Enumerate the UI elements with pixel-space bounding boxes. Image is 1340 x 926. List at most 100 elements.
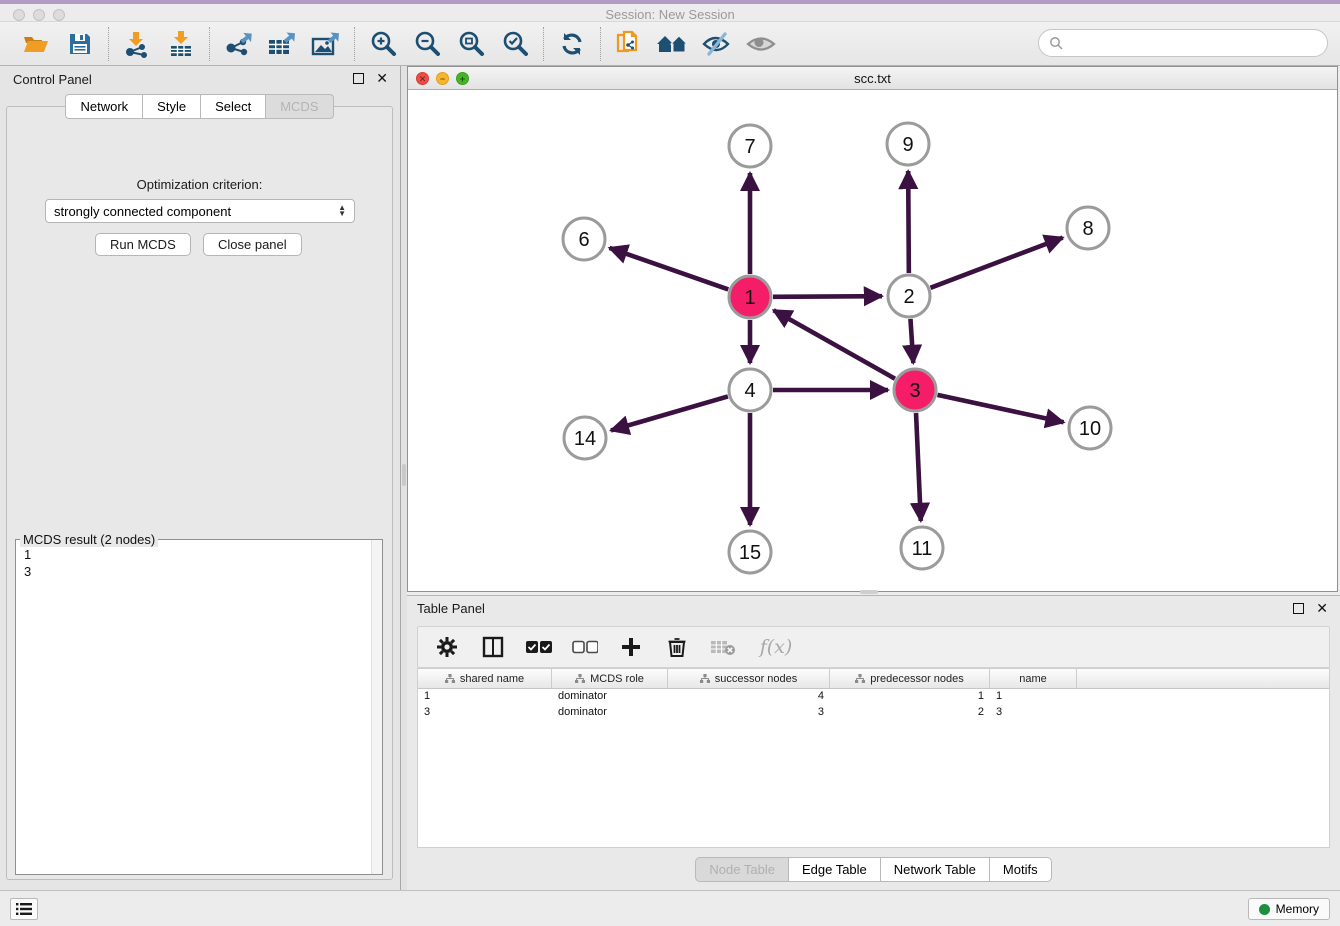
node-3[interactable]: 3 [894, 369, 936, 411]
column-header-shared-name[interactable]: shared name [418, 669, 552, 688]
gear-icon [436, 636, 458, 658]
node-6[interactable]: 6 [563, 218, 605, 260]
edge-3-1[interactable] [774, 310, 895, 378]
column-label: shared name [460, 673, 524, 685]
edge-3-11[interactable] [916, 413, 921, 521]
table-settings-button[interactable] [434, 634, 460, 660]
cell-MCDS-role[interactable]: dominator [552, 705, 668, 721]
node-label-2: 2 [903, 286, 914, 308]
show-column-panel-button[interactable] [480, 634, 506, 660]
zoom-fit-button[interactable] [453, 27, 489, 61]
horizontal-splitter-grip[interactable] [860, 590, 878, 594]
refresh-button[interactable] [554, 27, 590, 61]
tab-network[interactable]: Network [65, 94, 143, 119]
cell-predecessor-nodes[interactable]: 1 [830, 689, 990, 705]
result-scrollbar[interactable] [371, 540, 382, 874]
import-table-button[interactable] [163, 27, 199, 61]
mcds-result-title: MCDS result (2 nodes) [20, 532, 158, 547]
tab-motifs[interactable]: Motifs [990, 857, 1052, 882]
zoom-out-button[interactable] [409, 27, 445, 61]
cell-MCDS-role[interactable]: dominator [552, 689, 668, 705]
tab-mcds[interactable]: MCDS [266, 94, 333, 119]
column-header-MCDS-role[interactable]: MCDS role [552, 669, 668, 688]
home-icon [656, 32, 690, 56]
table-row[interactable]: 1dominator411 [418, 689, 1329, 705]
node-14[interactable]: 14 [564, 417, 606, 459]
delete-table-button[interactable] [710, 634, 736, 660]
network-graph[interactable]: 7 9 6 8 1 2 4 3 14 10 15 11 [408, 90, 1337, 591]
node-2[interactable]: 2 [888, 275, 930, 317]
save-session-button[interactable] [62, 27, 98, 61]
float-panel-icon[interactable] [353, 73, 364, 84]
edge-2-9[interactable] [908, 171, 909, 273]
node-4[interactable]: 4 [729, 369, 771, 411]
node-8[interactable]: 8 [1067, 207, 1109, 249]
tab-edge-table[interactable]: Edge Table [789, 857, 881, 882]
edge-1-6[interactable] [609, 248, 728, 290]
add-column-button[interactable] [618, 634, 644, 660]
cell-successor-nodes[interactable]: 4 [668, 689, 830, 705]
tab-style[interactable]: Style [143, 94, 201, 119]
close-panel-button[interactable]: Close panel [203, 233, 302, 256]
tab-network-table[interactable]: Network Table [881, 857, 990, 882]
export-table-button[interactable] [264, 27, 300, 61]
table-float-panel-icon[interactable] [1293, 603, 1304, 614]
edge-3-10[interactable] [937, 395, 1063, 422]
export-image-button[interactable] [308, 27, 344, 61]
close-panel-icon[interactable]: ✕ [376, 70, 388, 86]
search-input[interactable] [1063, 36, 1317, 51]
column-header-predecessor-nodes[interactable]: predecessor nodes [830, 669, 990, 688]
export-network-button[interactable] [220, 27, 256, 61]
search-box[interactable] [1038, 29, 1328, 57]
node-11[interactable]: 11 [901, 527, 943, 569]
edge-4-14[interactable] [611, 396, 728, 430]
criterion-select[interactable]: strongly connected component ▲▼ [45, 199, 355, 223]
run-mcds-button[interactable]: Run MCDS [95, 233, 191, 256]
tab-select[interactable]: Select [201, 94, 266, 119]
node-7[interactable]: 7 [729, 125, 771, 167]
show-all-networks-button[interactable] [655, 27, 691, 61]
delete-table-icon [710, 638, 736, 656]
node-10[interactable]: 10 [1069, 407, 1111, 449]
function-builder-button[interactable]: f(x) [756, 634, 796, 660]
cell-predecessor-nodes[interactable]: 2 [830, 705, 990, 721]
deselect-all-button[interactable] [572, 634, 598, 660]
columns-icon [482, 636, 504, 658]
hide-selected-button[interactable] [699, 27, 735, 61]
node-15[interactable]: 15 [729, 531, 771, 573]
node-1[interactable]: 1 [729, 276, 771, 318]
table-body: 1dominator4113dominator323 [418, 689, 1329, 721]
clone-network-button[interactable] [611, 27, 647, 61]
network-window-titlebar[interactable]: ✕ − + scc.txt [408, 67, 1337, 90]
node-9[interactable]: 9 [887, 123, 929, 165]
cell-name[interactable]: 1 [990, 689, 1077, 705]
zoom-in-button[interactable] [365, 27, 401, 61]
splitter-grip[interactable] [402, 464, 406, 486]
zoom-out-icon [413, 30, 441, 58]
cell-name[interactable]: 3 [990, 705, 1077, 721]
table-row[interactable]: 3dominator323 [418, 705, 1329, 721]
select-all-button[interactable] [526, 634, 552, 660]
tab-node-table[interactable]: Node Table [695, 857, 789, 882]
open-file-button[interactable] [18, 27, 54, 61]
edge-1-2[interactable] [773, 296, 882, 297]
table-close-panel-icon[interactable]: ✕ [1316, 600, 1328, 616]
trash-icon [667, 636, 687, 658]
show-selected-button[interactable] [743, 27, 779, 61]
node-table[interactable]: shared name MCDS rolesuccessor nodesprede… [417, 668, 1330, 848]
eye-slash-icon [701, 32, 733, 56]
hierarchy-icon [445, 674, 455, 683]
cell-shared-name[interactable]: 3 [418, 705, 552, 721]
edge-2-8[interactable] [931, 238, 1063, 288]
column-header-successor-nodes[interactable]: successor nodes [668, 669, 830, 688]
memory-button[interactable]: Memory [1248, 898, 1330, 920]
delete-column-button[interactable] [664, 634, 690, 660]
cell-successor-nodes[interactable]: 3 [668, 705, 830, 721]
task-history-button[interactable] [10, 898, 38, 920]
zoom-selected-button[interactable] [497, 27, 533, 61]
import-network-button[interactable] [119, 27, 155, 61]
column-header-name[interactable]: name [990, 669, 1077, 688]
cell-shared-name[interactable]: 1 [418, 689, 552, 705]
table-header-row: shared name MCDS rolesuccessor nodesprede… [418, 669, 1329, 689]
edge-2-3[interactable] [910, 319, 913, 363]
